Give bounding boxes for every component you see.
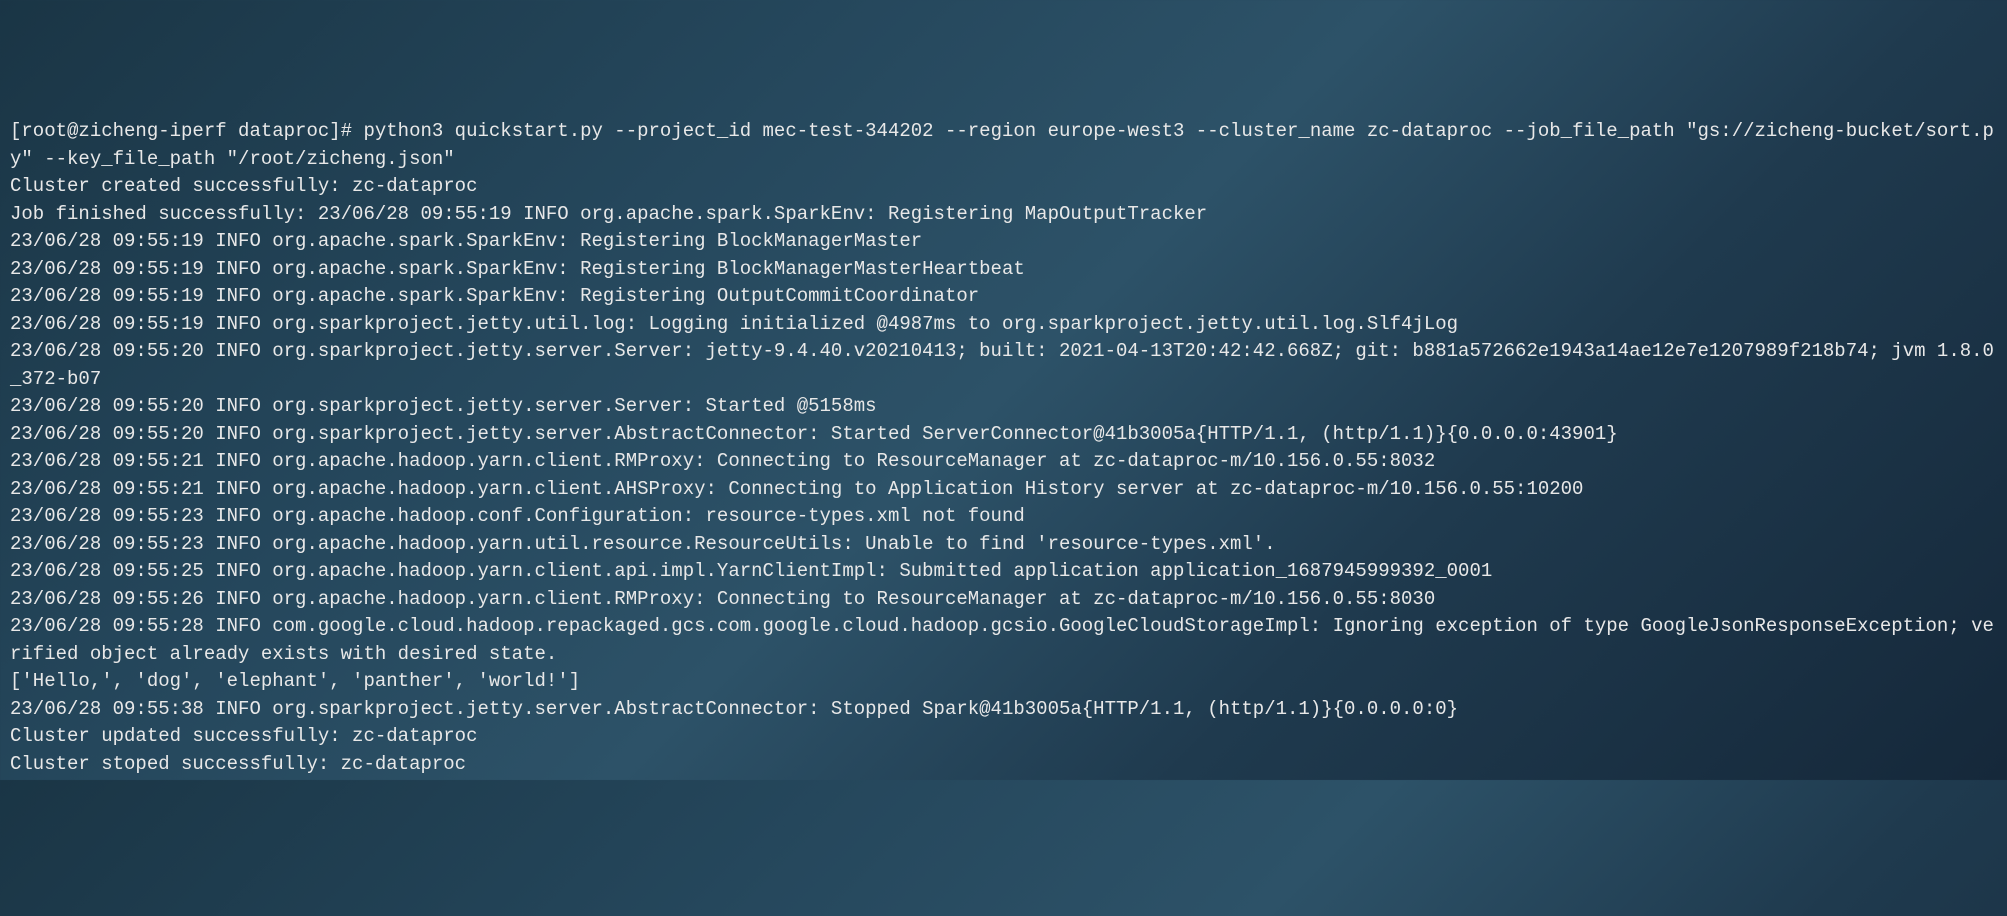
- output-line: 23/06/28 09:55:20 INFO org.sparkproject.…: [10, 338, 1997, 393]
- shell-prompt: [root@zicheng-iperf dataproc]#: [10, 120, 363, 142]
- output-line: 23/06/28 09:55:25 INFO org.apache.hadoop…: [10, 558, 1997, 586]
- output-line: 23/06/28 09:55:23 INFO org.apache.hadoop…: [10, 531, 1997, 559]
- output-line: 23/06/28 09:55:38 INFO org.sparkproject.…: [10, 696, 1997, 724]
- output-line: 23/06/28 09:55:20 INFO org.sparkproject.…: [10, 393, 1997, 421]
- output-line: 23/06/28 09:55:19 INFO org.apache.spark.…: [10, 228, 1997, 256]
- output-line: 23/06/28 09:55:23 INFO org.apache.hadoop…: [10, 503, 1997, 531]
- output-line: 23/06/28 09:55:19 INFO org.apache.spark.…: [10, 256, 1997, 284]
- output-line: 23/06/28 09:55:19 INFO org.apache.spark.…: [10, 283, 1997, 311]
- output-line: ['Hello,', 'dog', 'elephant', 'panther',…: [10, 668, 1997, 696]
- terminal-output[interactable]: [root@zicheng-iperf dataproc]# python3 q…: [10, 118, 1997, 778]
- output-line: Cluster stoped successfully: zc-dataproc: [10, 751, 1997, 779]
- output-line: 23/06/28 09:55:20 INFO org.sparkproject.…: [10, 421, 1997, 449]
- output-line: 23/06/28 09:55:21 INFO org.apache.hadoop…: [10, 476, 1997, 504]
- output-line: 23/06/28 09:55:19 INFO org.sparkproject.…: [10, 311, 1997, 339]
- output-line: Job finished successfully: 23/06/28 09:5…: [10, 201, 1997, 229]
- output-line: 23/06/28 09:55:21 INFO org.apache.hadoop…: [10, 448, 1997, 476]
- output-line: 23/06/28 09:55:28 INFO com.google.cloud.…: [10, 613, 1997, 668]
- output-line: Cluster updated successfully: zc-datapro…: [10, 723, 1997, 751]
- output-line: Cluster created successfully: zc-datapro…: [10, 173, 1997, 201]
- output-line: 23/06/28 09:55:26 INFO org.apache.hadoop…: [10, 586, 1997, 614]
